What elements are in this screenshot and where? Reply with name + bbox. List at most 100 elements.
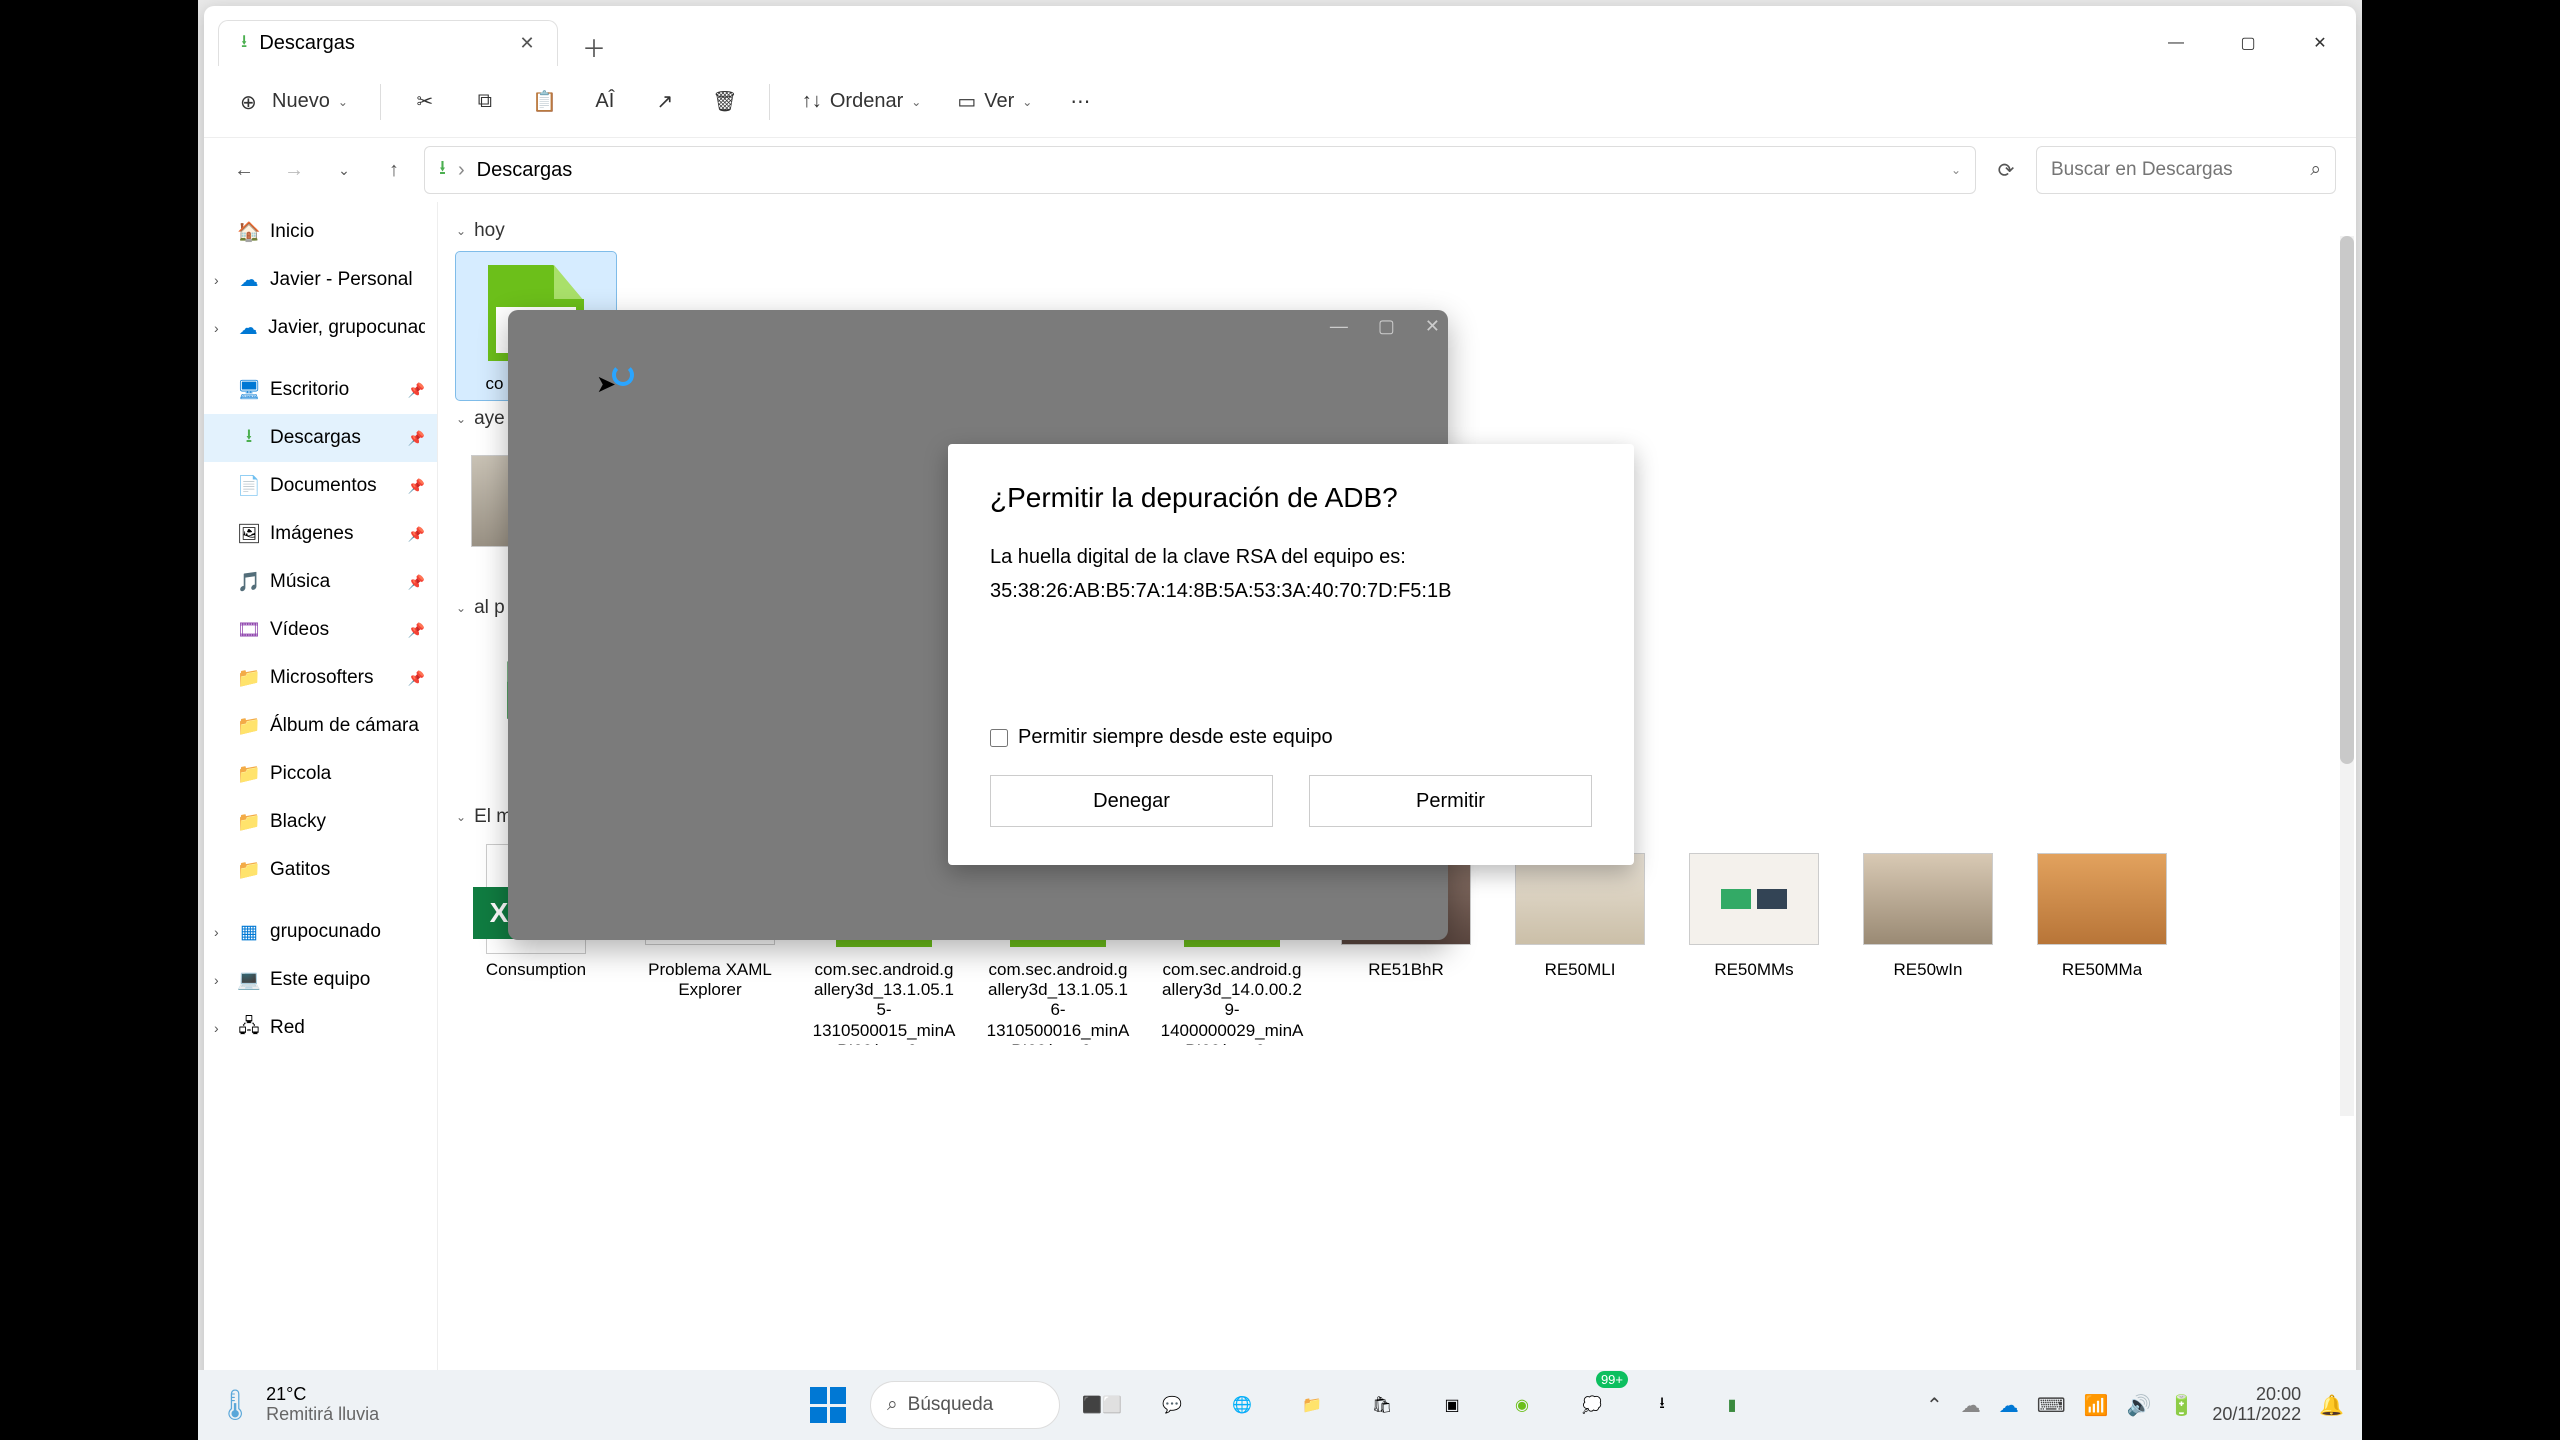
sidebar-item-onedrive-grupo[interactable]: ›☁Javier, grupocunado bbox=[204, 304, 437, 352]
sidebar-item-label: Música bbox=[270, 571, 330, 593]
cut-button[interactable]: ✂ bbox=[399, 79, 451, 125]
file-item[interactable]: RE50MMs bbox=[1674, 838, 1834, 1051]
back-button[interactable]: ← bbox=[224, 150, 264, 190]
clock-time: 20:00 bbox=[2256, 1385, 2301, 1405]
close-window-button[interactable]: ✕ bbox=[2284, 20, 2356, 66]
taskbar-app-store[interactable]: 🛍 bbox=[1354, 1377, 1410, 1433]
wifi-tray-icon[interactable]: 📶 bbox=[2084, 1393, 2109, 1418]
tray-overflow-icon[interactable]: ⌃ bbox=[1926, 1393, 1943, 1418]
navigation-row: ← → ⌄ ↑ ⭳ › Descargas ⌄ ⟳ ⌕ bbox=[204, 138, 2356, 202]
chevron-down-icon[interactable]: ⌄ bbox=[1951, 163, 1961, 177]
address-bar[interactable]: ⭳ › Descargas ⌄ bbox=[424, 146, 1976, 194]
sidebar-item-piccola[interactable]: 📁Piccola bbox=[204, 750, 437, 798]
sidebar-item-downloads[interactable]: ⭳Descargas📌 bbox=[204, 414, 437, 462]
taskbar-search[interactable]: ⌕Búsqueda bbox=[870, 1381, 1060, 1429]
taskbar-app-messages[interactable]: 💭 bbox=[1564, 1377, 1620, 1433]
sidebar-item-pictures[interactable]: 🖼Imágenes📌 bbox=[204, 510, 437, 558]
file-name: com.sec.android.gallery3d_14.0.00.29-140… bbox=[1158, 960, 1306, 1045]
home-icon: 🏠 bbox=[238, 220, 260, 244]
file-item[interactable]: RE50wIn bbox=[1848, 838, 2008, 1051]
taskbar-app-wsa[interactable]: ▮ bbox=[1704, 1377, 1760, 1433]
search-box[interactable]: ⌕ bbox=[2036, 146, 2336, 194]
chevron-right-icon[interactable]: › bbox=[214, 320, 219, 336]
group-label: hoy bbox=[474, 220, 505, 242]
minimize-button[interactable]: — bbox=[1330, 316, 1348, 337]
sidebar-item-blacky[interactable]: 📁Blacky bbox=[204, 798, 437, 846]
task-view-button[interactable]: ⬛⬜ bbox=[1074, 1377, 1130, 1433]
onedrive-tray-icon[interactable]: ☁ bbox=[1961, 1393, 1981, 1418]
new-button[interactable]: ⊕ Nuevo ⌄ bbox=[226, 79, 362, 125]
sidebar-item-microsofters[interactable]: 📁Microsofters📌 bbox=[204, 654, 437, 702]
sidebar-item-gatitos[interactable]: 📁Gatitos bbox=[204, 846, 437, 894]
maximize-button[interactable]: ▢ bbox=[2212, 20, 2284, 66]
sort-button[interactable]: ↑↓ Ordenar ⌄ bbox=[788, 79, 935, 125]
start-button[interactable] bbox=[800, 1377, 856, 1433]
sidebar-item-label: Imágenes bbox=[270, 523, 353, 545]
vertical-scrollbar[interactable] bbox=[2340, 236, 2354, 1116]
group-label: aye bbox=[474, 408, 505, 430]
up-button[interactable]: ↑ bbox=[374, 150, 414, 190]
file-item[interactable]: RE50MLI bbox=[1500, 838, 1660, 1051]
chevron-right-icon[interactable]: › bbox=[214, 972, 219, 988]
taskbar-app-explorer[interactable]: 📁 bbox=[1284, 1377, 1340, 1433]
share-button[interactable]: ↗ bbox=[639, 79, 691, 125]
sidebar-item-grupocunado[interactable]: ›▦grupocunado bbox=[204, 908, 437, 956]
minimize-button[interactable]: — bbox=[2140, 20, 2212, 66]
chevron-right-icon[interactable]: › bbox=[214, 924, 219, 940]
breadcrumb-segment[interactable]: Descargas bbox=[477, 159, 573, 182]
sidebar-item-home[interactable]: 🏠Inicio bbox=[204, 208, 437, 256]
sidebar-item-desktop[interactable]: 🖥Escritorio📌 bbox=[204, 366, 437, 414]
taskbar-app-edge[interactable]: 🌐 bbox=[1214, 1377, 1270, 1433]
sidebar-item-label: Gatitos bbox=[270, 859, 330, 881]
close-button[interactable]: ✕ bbox=[1425, 316, 1440, 337]
sidebar-item-music[interactable]: 🎵Música📌 bbox=[204, 558, 437, 606]
clock[interactable]: 20:00 20/11/2022 bbox=[2212, 1385, 2301, 1425]
volume-tray-icon[interactable]: 🔊 bbox=[2127, 1393, 2152, 1418]
tab-downloads[interactable]: ⭳ Descargas ✕ bbox=[218, 20, 558, 66]
sidebar-item-onedrive-personal[interactable]: ›☁Javier - Personal bbox=[204, 256, 437, 304]
view-button[interactable]: ▭ Ver ⌄ bbox=[943, 79, 1046, 125]
sidebar-item-videos[interactable]: 🎞Vídeos📌 bbox=[204, 606, 437, 654]
chevron-down-icon: ⌄ bbox=[338, 95, 348, 109]
weather-icon: 🌡 bbox=[216, 1388, 254, 1423]
sidebar-item-network[interactable]: ›🖧Red bbox=[204, 1004, 437, 1052]
chevron-right-icon[interactable]: › bbox=[214, 1020, 219, 1036]
sidebar-item-documents[interactable]: 📄Documentos📌 bbox=[204, 462, 437, 510]
taskbar-app-downloads[interactable]: ⭳ bbox=[1634, 1377, 1690, 1433]
delete-button[interactable]: 🗑 bbox=[699, 79, 751, 125]
allow-button[interactable]: Permitir bbox=[1309, 775, 1592, 827]
checkbox-input[interactable] bbox=[990, 729, 1008, 747]
weather-widget[interactable]: 🌡 21°C Remitirá lluvia bbox=[216, 1385, 379, 1425]
deny-button[interactable]: Denegar bbox=[990, 775, 1273, 827]
taskbar-app-terminal[interactable]: ▣ bbox=[1424, 1377, 1480, 1433]
more-button[interactable]: ⋯ bbox=[1054, 79, 1106, 125]
scrollbar-thumb[interactable] bbox=[2340, 236, 2354, 764]
group-label: al p bbox=[474, 597, 505, 619]
sidebar-item-album[interactable]: 📁Álbum de cámara bbox=[204, 702, 437, 750]
copy-button[interactable]: ⧉ bbox=[459, 79, 511, 125]
rename-button[interactable]: ΑÎ bbox=[579, 79, 631, 125]
taskbar-app-chat[interactable]: 💬 bbox=[1144, 1377, 1200, 1433]
pictures-icon: 🖼 bbox=[238, 522, 260, 546]
dialog-fingerprint: 35:38:26:AB:B5:7A:14:8B:5A:53:3A:40:70:7… bbox=[990, 576, 1592, 606]
forward-button[interactable]: → bbox=[274, 150, 314, 190]
onedrive-tray-icon[interactable]: ☁ bbox=[1999, 1393, 2019, 1418]
close-tab-icon[interactable]: ✕ bbox=[515, 32, 539, 56]
taskbar-app-android[interactable]: ◉ bbox=[1494, 1377, 1550, 1433]
maximize-button[interactable]: ▢ bbox=[1378, 316, 1395, 337]
battery-tray-icon[interactable]: 🔋 bbox=[2169, 1393, 2194, 1418]
refresh-button[interactable]: ⟳ bbox=[1986, 150, 2026, 190]
chevron-right-icon[interactable]: › bbox=[214, 272, 219, 288]
group-header-today[interactable]: ⌄hoy bbox=[456, 220, 2338, 242]
new-tab-button[interactable]: ＋ bbox=[574, 26, 614, 66]
recent-button[interactable]: ⌄ bbox=[324, 150, 364, 190]
language-tray-icon[interactable]: ⌨ bbox=[2037, 1393, 2066, 1418]
notifications-tray-icon[interactable]: 🔔 bbox=[2319, 1393, 2344, 1418]
search-input[interactable] bbox=[2051, 159, 2310, 181]
always-allow-checkbox[interactable]: Permitir siempre desde este equipo bbox=[990, 726, 1592, 749]
sidebar-item-this-pc[interactable]: ›💻Este equipo bbox=[204, 956, 437, 1004]
sidebar-item-label: Descargas bbox=[270, 427, 361, 449]
file-item[interactable]: RE50MMa bbox=[2022, 838, 2182, 1051]
loading-spinner-icon bbox=[612, 364, 634, 386]
paste-button[interactable]: 📋 bbox=[519, 79, 571, 125]
